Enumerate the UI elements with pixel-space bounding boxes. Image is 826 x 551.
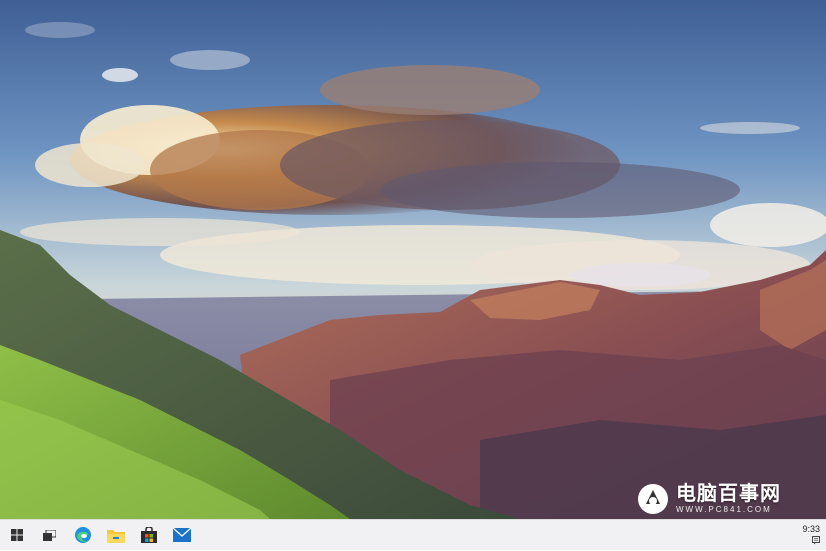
system-tray: 9:33	[802, 520, 820, 551]
taskbar: 9:33	[0, 519, 826, 550]
notification-center-icon[interactable]	[812, 536, 820, 545]
taskbar-clock[interactable]: 9:33	[802, 524, 820, 535]
watermark: 电脑百事网 WWW.PC841.COM	[636, 479, 806, 519]
mountain-landscape-wallpaper	[0, 0, 826, 519]
watermark-subtitle: WWW.PC841.COM	[676, 505, 772, 514]
pc841-logo-icon	[638, 484, 668, 514]
task-view-button[interactable]	[33, 520, 66, 551]
windows-start-icon	[10, 529, 23, 541]
start-button[interactable]	[0, 520, 33, 551]
file-explorer-button[interactable]	[99, 520, 132, 551]
task-view-icon	[43, 529, 56, 541]
microsoft-store-button[interactable]	[132, 520, 165, 551]
mail-button[interactable]	[165, 520, 198, 551]
desktop: 电脑百事网 WWW.PC841.COM	[0, 0, 826, 519]
watermark-title: 电脑百事网	[676, 483, 781, 505]
edge-button[interactable]	[66, 520, 99, 551]
edge-browser-icon	[74, 527, 91, 543]
microsoft-store-icon	[140, 527, 157, 543]
mail-icon	[172, 528, 191, 542]
file-explorer-icon	[106, 529, 125, 543]
